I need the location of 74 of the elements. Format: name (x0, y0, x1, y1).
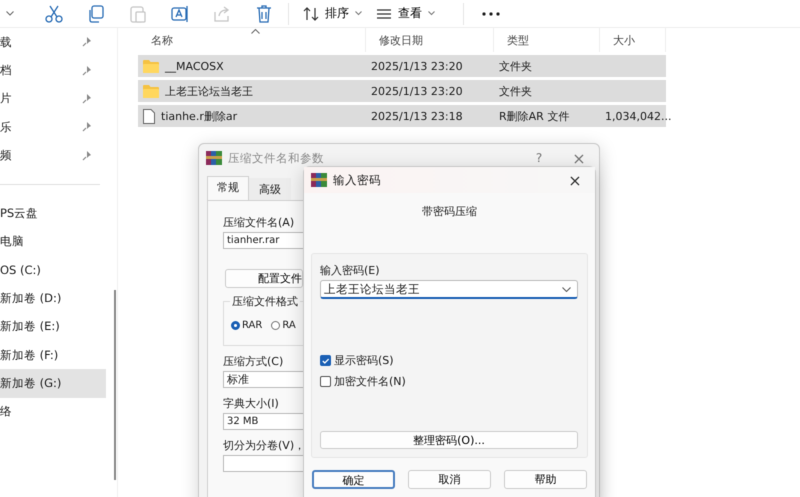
chevron-down-icon (428, 11, 435, 16)
field-label: 字典大小(I) (223, 396, 279, 411)
field-label: 切分为分卷(V)， (223, 438, 306, 453)
profiles-button[interactable]: 配置文件 (225, 269, 303, 288)
tab[interactable]: 常规 (207, 176, 249, 200)
sidebar-item[interactable]: 新加卷 (E:) (0, 312, 106, 341)
more-icon[interactable] (482, 12, 500, 16)
sidebar-item[interactable]: 乐 (0, 113, 106, 142)
chevron-down-icon[interactable] (6, 11, 14, 16)
sidebar-item[interactable]: 载 (0, 28, 106, 56)
file-name: tianhe.r删除ar (161, 108, 238, 124)
sort-caret-icon (251, 29, 260, 34)
sidebar-item[interactable]: 片 (0, 84, 106, 114)
file-name: 上老王论坛当老王 (165, 84, 253, 98)
password-combo[interactable]: 上老王论坛当老王 (320, 280, 578, 299)
file-row[interactable]: __MACOSX 2025/1/13 23:20 文件夹 (138, 55, 666, 77)
sidebar-item[interactable]: 新加卷 (G:) (0, 369, 106, 398)
group-title: 压缩文件格式 (230, 294, 300, 309)
folder-icon (143, 84, 159, 98)
sidebar-item[interactable]: OS (C:) (0, 256, 106, 284)
checkbox[interactable] (320, 376, 331, 387)
date-cell: 2025/1/13 23:20 (371, 84, 463, 98)
chevron-down-icon (562, 286, 571, 292)
date-cell: 2025/1/13 23:18 (371, 110, 463, 122)
trash-icon[interactable] (254, 4, 274, 24)
scissors-icon[interactable] (44, 4, 64, 24)
radio-button[interactable] (231, 321, 240, 330)
file-row[interactable]: 上老王论坛当老王 2025/1/13 23:20 文件夹 (138, 80, 666, 102)
size-cell: 1,034,042... (605, 110, 672, 122)
column-header[interactable]: 类型 (494, 28, 600, 52)
radio-label[interactable]: RAR (242, 320, 262, 331)
sidebar-item[interactable]: PS云盘 (0, 198, 106, 228)
books-icon (206, 150, 222, 166)
sidebar-item[interactable]: 电脑 (0, 227, 106, 256)
type-cell: R删除AR 文件 (499, 110, 570, 122)
sidebar-item[interactable]: 新加卷 (F:) (0, 340, 106, 370)
dialog-heading: 带密码压缩 (421, 204, 478, 220)
sort-icon (303, 6, 319, 22)
column-header[interactable]: 大小 (600, 28, 666, 52)
radio-button[interactable] (271, 321, 280, 330)
field-label: 输入密码(E) (320, 263, 381, 278)
sidebar-item[interactable]: 频 (0, 142, 106, 170)
sidebar-item[interactable]: 络 (0, 398, 106, 426)
column-header[interactable]: 名称 (138, 28, 366, 52)
checkbox[interactable] (320, 355, 331, 366)
close-button[interactable]: × (555, 170, 595, 190)
checkbox-label[interactable]: 显示密码(S) (334, 353, 394, 368)
toolbar-menu-button[interactable]: 查看 (376, 5, 435, 22)
dialog-button[interactable]: 确定 (312, 470, 395, 489)
dialog-button[interactable]: 帮助 (504, 470, 587, 489)
tab[interactable]: 高级 (249, 178, 291, 200)
organize-passwords-button[interactable]: 整理密码(O)... (320, 431, 578, 449)
date-cell: 2025/1/13 23:20 (371, 60, 463, 72)
folder-icon (143, 60, 159, 72)
window-title: 压缩文件名和参数 (228, 150, 325, 166)
field-label: 压缩方式(C) (223, 354, 284, 369)
chevron-down-icon (355, 11, 362, 16)
window-title: 输入密码 (333, 172, 382, 188)
books-icon (311, 172, 327, 188)
column-header[interactable]: 修改日期 (366, 28, 494, 52)
dialog-button[interactable]: 取消 (408, 470, 491, 489)
field-label: 压缩文件名(A) (223, 215, 294, 230)
file-icon (143, 108, 155, 124)
close-button[interactable]: × (559, 148, 599, 168)
radio-label[interactable]: RA (282, 320, 296, 331)
checkbox-label[interactable]: 加密文件名(N) (334, 374, 406, 389)
help-button[interactable]: ? (519, 151, 559, 165)
type-cell: 文件夹 (499, 84, 532, 98)
rename-icon[interactable] (170, 4, 190, 24)
type-cell: 文件夹 (499, 60, 532, 72)
sidebar-item[interactable]: 新加卷 (D:) (0, 284, 106, 313)
file-name: __MACOSX (165, 60, 224, 72)
sidebar-item[interactable]: 档 (0, 56, 106, 85)
toolbar-menu-button[interactable]: 排序 (303, 5, 362, 22)
